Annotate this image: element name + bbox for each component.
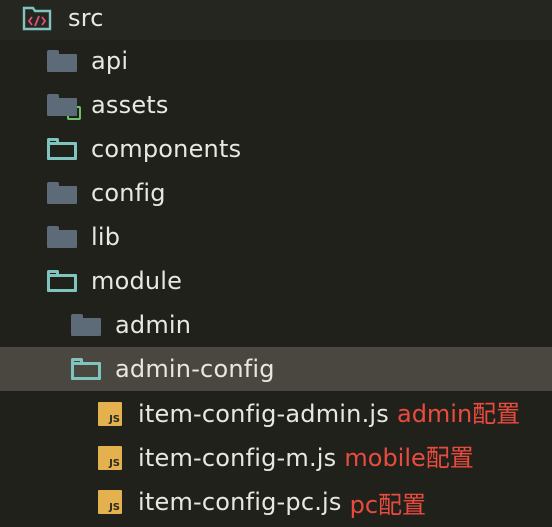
folder-icon	[47, 182, 77, 204]
tree-item-label: item-config-pc.js	[138, 488, 342, 516]
assets-folder-icon	[47, 94, 81, 120]
js-file-icon: JS	[98, 490, 122, 514]
tree-item-module[interactable]: module	[0, 259, 552, 303]
folder-open-icon	[47, 138, 77, 160]
tree-item-admin[interactable]: admin	[0, 303, 552, 347]
folder-icon	[71, 314, 101, 336]
tree-item-label: admin	[115, 311, 192, 339]
tree-item-label: assets	[91, 91, 169, 119]
tree-item-config[interactable]: config	[0, 171, 552, 215]
folder-open-icon	[47, 270, 77, 292]
folder-open-icon	[71, 358, 101, 380]
tree-item-item-config-admin-js[interactable]: JS item-config-admin.js admin配置	[0, 392, 552, 436]
tree-item-label: item-config-admin.js	[138, 400, 389, 428]
annotation-note: pc配置	[349, 491, 427, 519]
tree-item-label: api	[91, 47, 129, 75]
tree-item-label: item-config-m.js	[138, 444, 337, 472]
tree-item-label: config	[91, 179, 166, 207]
tree-item-label: admin-config	[115, 355, 275, 383]
tree-item-item-config-m-js[interactable]: JS item-config-m.js mobile配置	[0, 436, 552, 480]
tree-item-label: components	[91, 135, 242, 163]
tree-item-lib[interactable]: lib	[0, 215, 552, 259]
source-folder-icon	[22, 5, 52, 31]
js-file-icon: JS	[98, 402, 122, 426]
tree-item-assets[interactable]: assets	[0, 83, 552, 127]
tree-item-label: module	[91, 267, 183, 295]
tree-item-label: src	[68, 4, 104, 32]
annotation-note: admin配置	[396, 400, 521, 428]
tree-item-item-config-pc-js[interactable]: JS item-config-pc.js pc配置	[0, 480, 552, 524]
folder-icon	[47, 226, 77, 248]
tree-item-api[interactable]: api	[0, 39, 552, 83]
tree-item-admin-config[interactable]: admin-config	[0, 347, 552, 391]
file-tree: src api assets components config lib mod…	[0, 0, 552, 524]
folder-icon	[47, 50, 77, 72]
tree-item-label: lib	[91, 223, 121, 251]
tree-item-src[interactable]: src	[0, 0, 552, 40]
js-file-icon: JS	[98, 446, 122, 470]
tree-item-components[interactable]: components	[0, 127, 552, 171]
annotation-note: mobile配置	[344, 444, 474, 472]
image-badge-icon	[67, 106, 81, 120]
